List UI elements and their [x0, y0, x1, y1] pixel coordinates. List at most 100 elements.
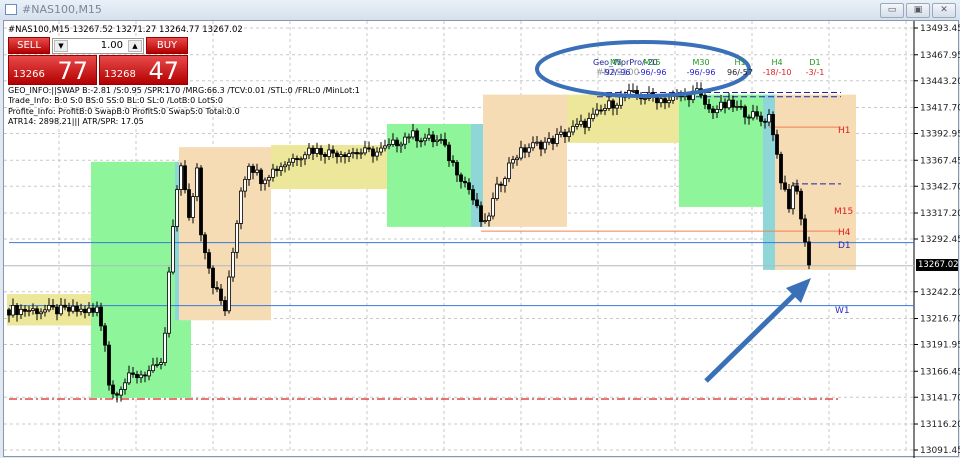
candle-body: [467, 182, 471, 190]
candle-body: [31, 308, 35, 311]
candle-body: [731, 99, 735, 108]
candle-body: [251, 165, 255, 173]
candle-body: [587, 118, 591, 128]
lot-decrease-button[interactable]: ▼: [54, 40, 68, 52]
candle-body: [111, 384, 115, 395]
candle-body: [711, 108, 715, 114]
y-tick-label: 13367.45: [920, 156, 960, 166]
candle-body: [515, 157, 519, 161]
candle-body: [231, 251, 235, 278]
level-label-h1: H1: [838, 126, 851, 137]
candle-body: [659, 98, 663, 104]
candle-body: [351, 152, 355, 155]
candle-body: [267, 177, 271, 181]
y-tick-label: 13141.70: [920, 393, 960, 403]
window-titlebar: #NAS100,M15 ▭ ▣ ✕: [0, 0, 960, 20]
candle-body: [319, 148, 323, 155]
candle-body: [235, 223, 239, 253]
timeframe-h1: H1: [734, 58, 746, 67]
candle-body: [583, 120, 587, 128]
lot-increase-button[interactable]: ▲: [128, 40, 142, 52]
candle-body: [427, 134, 431, 139]
candle-body: [439, 139, 443, 141]
candle-body: [239, 190, 243, 224]
timeframe-value-m30: -96/-96: [686, 68, 716, 77]
close-button[interactable]: ✕: [932, 3, 956, 18]
candle-body: [311, 147, 315, 154]
timeframe-value-h4: -18/-10: [762, 68, 792, 77]
candle-body: [591, 113, 595, 119]
level-label-h4: H4: [838, 228, 851, 239]
candle-body: [799, 190, 803, 220]
candle-body: [347, 153, 351, 158]
annotation-arrow-shaft: [704, 291, 798, 383]
candle-body: [19, 308, 23, 315]
candle-body: [755, 111, 759, 117]
candle-body: [779, 153, 783, 184]
sell-button[interactable]: SELL: [8, 37, 50, 54]
candle-body: [551, 138, 555, 144]
candle-body: [119, 389, 123, 396]
candle-body: [403, 136, 407, 145]
atr-line: ATR14: 2898.21||| ATR/SPR: 17.05: [8, 116, 144, 126]
trade-info-line: Trade_Info: B:0 S:0 BS:0 SS:0 BL:0 SL:0 …: [8, 96, 223, 106]
candle-body: [63, 304, 67, 308]
candle-body: [215, 287, 219, 290]
candle-body: [303, 154, 307, 160]
timeframe-value-h1: 96/-57: [727, 68, 753, 77]
candle-body: [807, 241, 811, 266]
candle-body: [167, 271, 171, 334]
buy-price-button[interactable]: 13268 47: [99, 55, 188, 85]
candle-body: [123, 382, 127, 390]
lot-size-input[interactable]: ▼ 1.00 ▲: [52, 38, 144, 54]
candle-body: [567, 131, 571, 138]
candle-body: [327, 149, 331, 157]
candle-body: [555, 134, 559, 144]
timeframe-m5: M5: [610, 58, 622, 67]
candle-body: [543, 141, 547, 150]
candle-body: [7, 309, 11, 316]
sell-price-button[interactable]: 13266 77: [8, 55, 97, 85]
candle-body: [743, 106, 747, 118]
geo-info-line: GEO_INFO:||SWAP B:-2.81 /S:0.95 /SPR:170…: [8, 86, 360, 95]
candle-body: [563, 131, 567, 138]
level-label-m15: M15: [834, 207, 854, 218]
buy-button[interactable]: BUY: [146, 37, 188, 54]
candle-body: [223, 300, 227, 312]
candle-body: [203, 234, 207, 254]
candle-body: [475, 199, 479, 207]
candle-body: [339, 154, 343, 158]
candle-body: [375, 151, 379, 157]
candle-body: [335, 152, 339, 158]
candle-body: [11, 305, 15, 316]
timeframe-h4: H4: [771, 58, 783, 67]
candle-body: [455, 162, 459, 176]
candle-body: [607, 100, 611, 109]
candle-body: [723, 101, 727, 109]
candle-body: [279, 166, 283, 171]
candle-body: [703, 94, 707, 105]
candle-body: [631, 90, 635, 92]
candle-body: [487, 215, 491, 222]
candle-body: [443, 139, 447, 146]
candle-body: [715, 109, 719, 114]
candle-body: [599, 109, 603, 112]
candle-body: [411, 130, 415, 138]
candle-body: [499, 183, 503, 186]
candle-body: [67, 306, 71, 312]
candle-body: [143, 374, 147, 377]
candle-body: [383, 145, 387, 149]
candle-body: [483, 220, 487, 223]
candle-body: [243, 178, 247, 192]
candle-body: [131, 372, 135, 375]
candle-body: [739, 105, 743, 108]
candle-body: [407, 136, 411, 139]
candle-body: [491, 198, 495, 217]
candle-body: [75, 305, 79, 312]
y-tick-label: 13242.20: [920, 288, 960, 298]
candle-body: [291, 158, 295, 163]
y-tick-label: 13392.95: [920, 130, 960, 140]
candle-body: [503, 178, 507, 186]
minimize-button[interactable]: ▭: [880, 3, 904, 18]
maximize-button[interactable]: ▣: [906, 3, 930, 18]
